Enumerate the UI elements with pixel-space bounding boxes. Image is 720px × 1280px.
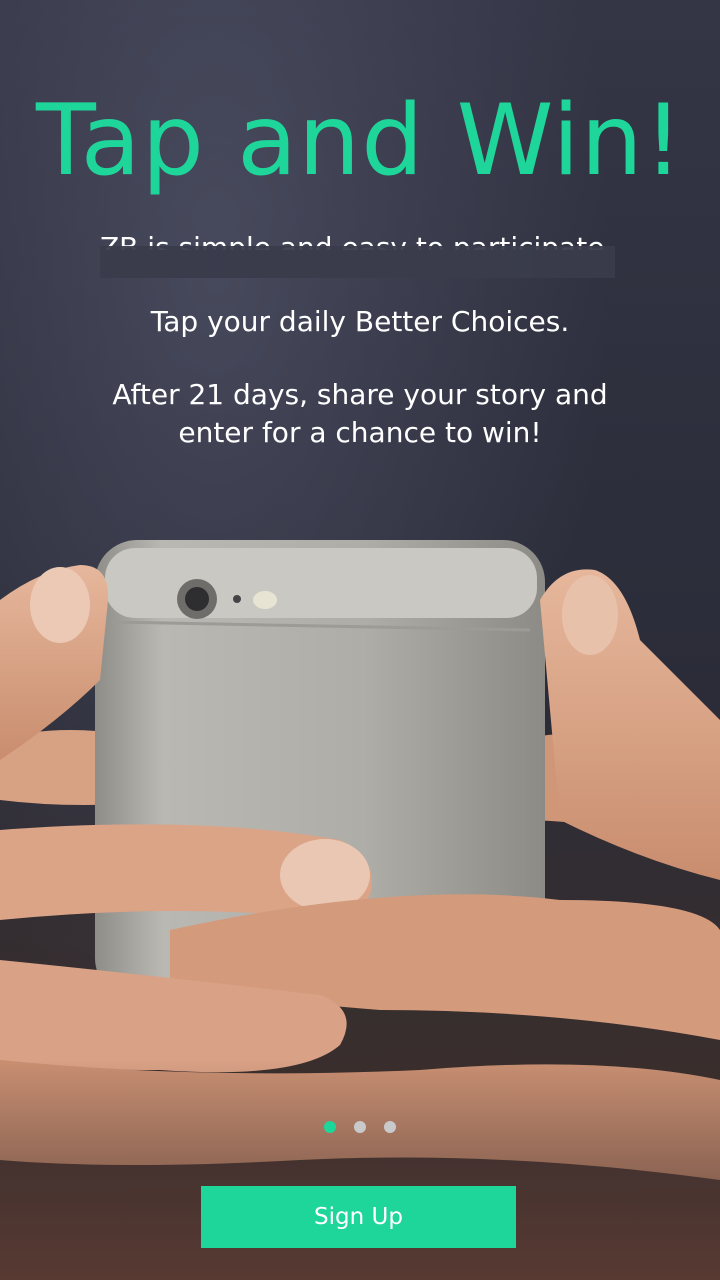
prize-text: After 21 days, share your story and ente… xyxy=(0,376,720,452)
page-title: Tap and Win! xyxy=(36,84,684,198)
page-dot-2[interactable] xyxy=(354,1121,366,1133)
instruction-text: Tap your daily Better Choices. xyxy=(150,305,570,338)
prize-text-line-1: After 21 days, share your story and xyxy=(112,378,608,411)
text-overlay-bar xyxy=(100,246,615,278)
prize-text-line-2: enter for a chance to win! xyxy=(178,416,542,449)
page-dot-1[interactable] xyxy=(324,1121,336,1133)
sign-up-button[interactable]: Sign Up xyxy=(201,1186,516,1248)
page-indicator xyxy=(0,1121,720,1135)
page-dot-3[interactable] xyxy=(384,1121,396,1133)
